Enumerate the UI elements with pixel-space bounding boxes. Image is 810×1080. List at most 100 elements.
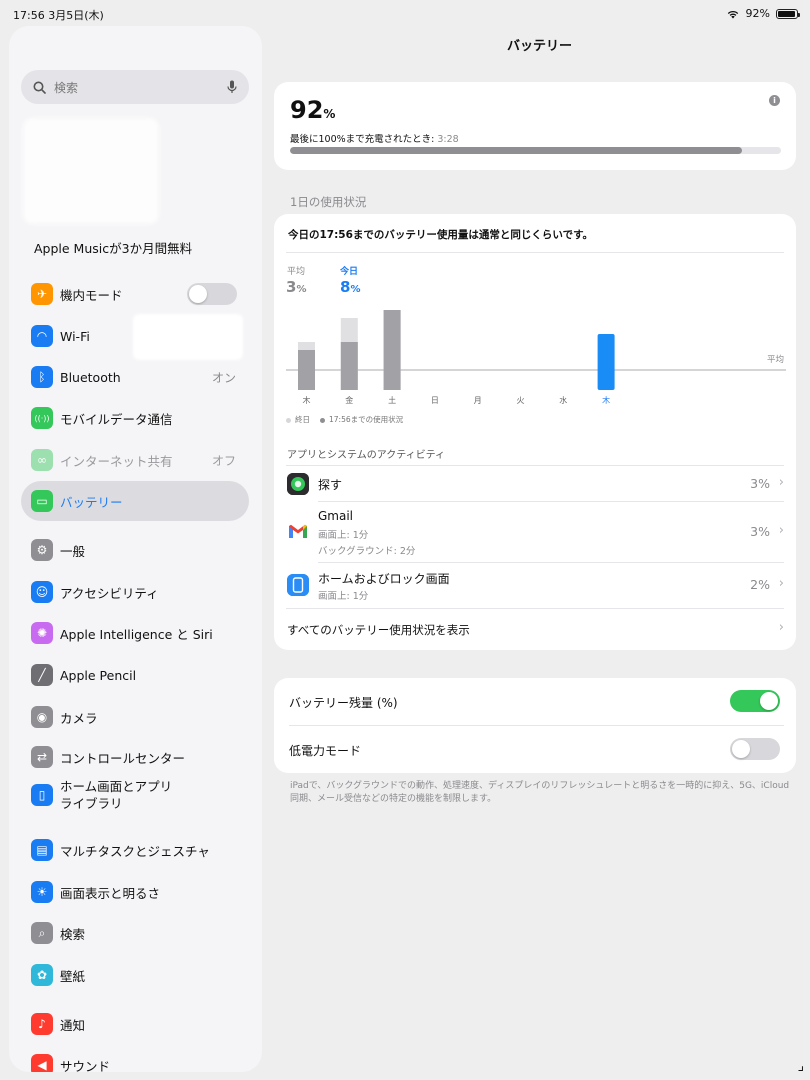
status-right: 92% <box>726 7 800 20</box>
usage-chart[interactable]: 平均木 金 土 日 月 火 水 木 <box>286 304 786 414</box>
sidebar-item[interactable]: ✈ 機内モード <box>9 274 262 314</box>
sidebar-item-label: アクセシビリティ <box>60 585 159 601</box>
sidebar-item[interactable]: ✿ 壁紙 <box>9 955 262 995</box>
app-name: ホームおよびロック画面 <box>318 572 450 586</box>
airplane-icon: ✈ <box>31 283 53 305</box>
sidebar-item[interactable]: ◀ サウンド <box>9 1045 262 1072</box>
toggles-icon: ⇄ <box>31 746 53 768</box>
today-value: 8% <box>340 278 360 296</box>
legend-until-now: 17:56までの使用状況 <box>320 414 403 425</box>
chevron-right-icon: › <box>778 620 784 635</box>
sidebar-item-label: マルチタスクとジェスチャ <box>60 843 210 859</box>
search-icon: ⌕ <box>31 922 53 944</box>
today-number: 8 <box>340 278 351 296</box>
app-row-home-lock[interactable]: ホームおよびロック画面 画面上: 1分 2% › <box>274 563 796 607</box>
sidebar-item[interactable]: ◉ カメラ <box>9 697 262 737</box>
sidebar-item-label: Bluetooth <box>60 369 121 385</box>
sidebar-item[interactable]: ✺ Apple Intelligence と Siri <box>9 613 262 653</box>
sidebar-item-label: Apple Intelligence と Siri <box>60 626 213 642</box>
low-power-toggle[interactable] <box>730 738 780 760</box>
battery-level-unit: % <box>323 107 336 121</box>
app-name: Gmail <box>318 509 354 523</box>
sidebar-item[interactable]: ◠ Wi-Fi <box>9 316 262 356</box>
apple-music-promo[interactable]: Apple Musicが3か月間無料 <box>34 238 192 257</box>
search-field[interactable]: 検索 <box>21 70 249 104</box>
sidebar-item[interactable]: ♪ 通知 <box>9 1004 262 1044</box>
sidebar-item-label: モバイルデータ通信 <box>60 411 173 427</box>
app-row-findmy[interactable]: 探す 3% › <box>274 466 796 501</box>
sidebar-item[interactable]: ▤ マルチタスクとジェスチャ <box>9 830 262 870</box>
multitask-icon: ▤ <box>31 839 53 861</box>
app-name: 探す <box>318 478 343 492</box>
profile-card-redacted[interactable] <box>23 118 159 224</box>
sidebar-item[interactable]: ⌕ 検索 <box>9 913 262 953</box>
sidebar-item[interactable]: ⚙ 一般 <box>9 530 262 570</box>
info-icon[interactable]: i <box>769 95 780 106</box>
x-tick-label: 木 <box>602 395 610 405</box>
toggle-knob <box>760 692 778 710</box>
battery-percentage-toggle[interactable] <box>730 690 780 712</box>
sidebar-item-label: 壁紙 <box>60 968 86 984</box>
sidebar-item-value: オフ <box>211 453 236 468</box>
last-charge-time: 3:28 <box>437 134 459 145</box>
app-onscreen-time: 画面上: 1分 <box>318 530 369 541</box>
average-unit: % <box>296 284 307 295</box>
sidebar-item-value: オン <box>211 370 236 385</box>
x-tick-label: 水 <box>559 395 567 405</box>
last-charge-text: 最後に100%まで充電されたとき: 3:28 <box>290 131 459 145</box>
sidebar-item[interactable]: ⇄ コントロールセンター <box>9 737 262 777</box>
x-tick-label: 火 <box>517 396 525 405</box>
app-percent: 3% <box>750 476 770 491</box>
sidebar-item-label: カメラ <box>60 710 98 726</box>
average-line-label: 平均 <box>767 354 784 365</box>
usage-card: 今日の17:56までのバッテリー使用量は通常と同じくらいです。 平均 3% 今日… <box>274 214 796 650</box>
chevron-right-icon: › <box>778 523 784 538</box>
findmy-icon <box>287 473 309 495</box>
sidebar: 検索 Apple Musicが3か月間無料 ✈ 機内モード ◠ Wi-Fi ᛒ Bluet… <box>9 26 262 1072</box>
average-label: 平均 <box>287 267 306 277</box>
divider <box>286 252 784 253</box>
bar-until-now <box>340 342 358 390</box>
sidebar-item[interactable]: ☀ 画面表示と明るさ <box>9 872 262 912</box>
sidebar-item[interactable]: ((·)) モバイルデータ通信 <box>9 398 262 438</box>
sidebar-item[interactable]: ∞ インターネット共有 オフ <box>9 440 262 480</box>
sidebar-item[interactable]: ☺ アクセシビリティ <box>9 572 262 612</box>
sidebar-item-label: Apple Pencil <box>60 667 137 683</box>
average-number: 3 <box>286 278 297 296</box>
low-power-label: 低電力モード <box>289 744 362 758</box>
app-percent: 2% <box>750 577 770 592</box>
sidebar-item[interactable]: ᛒ Bluetooth オン <box>9 357 262 397</box>
home-screen-icon: ▯ <box>31 784 53 806</box>
sidebar-item[interactable]: ▯ ホーム画面とアプリ ライブラリ <box>9 773 262 817</box>
legend-all-day: 終日 <box>286 414 310 425</box>
sidebar-item-label: 画面表示と明るさ <box>60 885 161 901</box>
sidebar-item-label: 検索 <box>60 926 86 942</box>
microphone-icon[interactable] <box>227 80 237 94</box>
show-all-usage-link[interactable]: すべてのバッテリー使用状況を表示 <box>287 622 470 638</box>
wifi-icon: ◠ <box>31 325 53 347</box>
divider <box>289 725 784 726</box>
app-background-time: バックグラウンド: 2分 <box>318 546 416 557</box>
app-onscreen-time: 画面上: 1分 <box>318 591 369 602</box>
battery-level-bar <box>290 147 781 154</box>
pencil-icon: ╱ <box>31 664 53 686</box>
link-icon: ∞ <box>31 449 53 471</box>
usage-message: 今日の17:56までのバッテリー使用量は通常と同じくらいです。 <box>288 229 594 241</box>
sidebar-item-label: コントロールセンター <box>60 750 186 766</box>
bell-icon: ♪ <box>31 1013 53 1035</box>
battery-percentage-label: バッテリー残量 (%) <box>289 696 398 710</box>
sidebar-item-label: インターネット共有 <box>60 453 173 469</box>
airplane-mode-toggle[interactable] <box>187 283 237 305</box>
bar-today <box>597 334 615 390</box>
toggle-knob <box>732 740 750 758</box>
today-label: 今日 <box>340 267 359 277</box>
bar-until-now <box>383 310 401 390</box>
bar-until-now <box>298 350 315 390</box>
low-power-footnote: iPadで、バックグラウンドでの動作、処理速度、ディスプレイのリフレッシュレート… <box>290 781 790 804</box>
sidebar-item[interactable]: ▭ バッテリー <box>21 481 249 521</box>
sidebar-item[interactable]: ╱ Apple Pencil <box>9 655 262 695</box>
battery-level-fill <box>290 147 742 154</box>
legend-until-now-label: 17:56までの使用状況 <box>329 415 404 424</box>
resize-handle-icon[interactable]: ⌟ <box>797 1058 804 1074</box>
app-row-gmail[interactable]: Gmail 画面上: 1分 バックグラウンド: 2分 3% › <box>274 502 796 562</box>
